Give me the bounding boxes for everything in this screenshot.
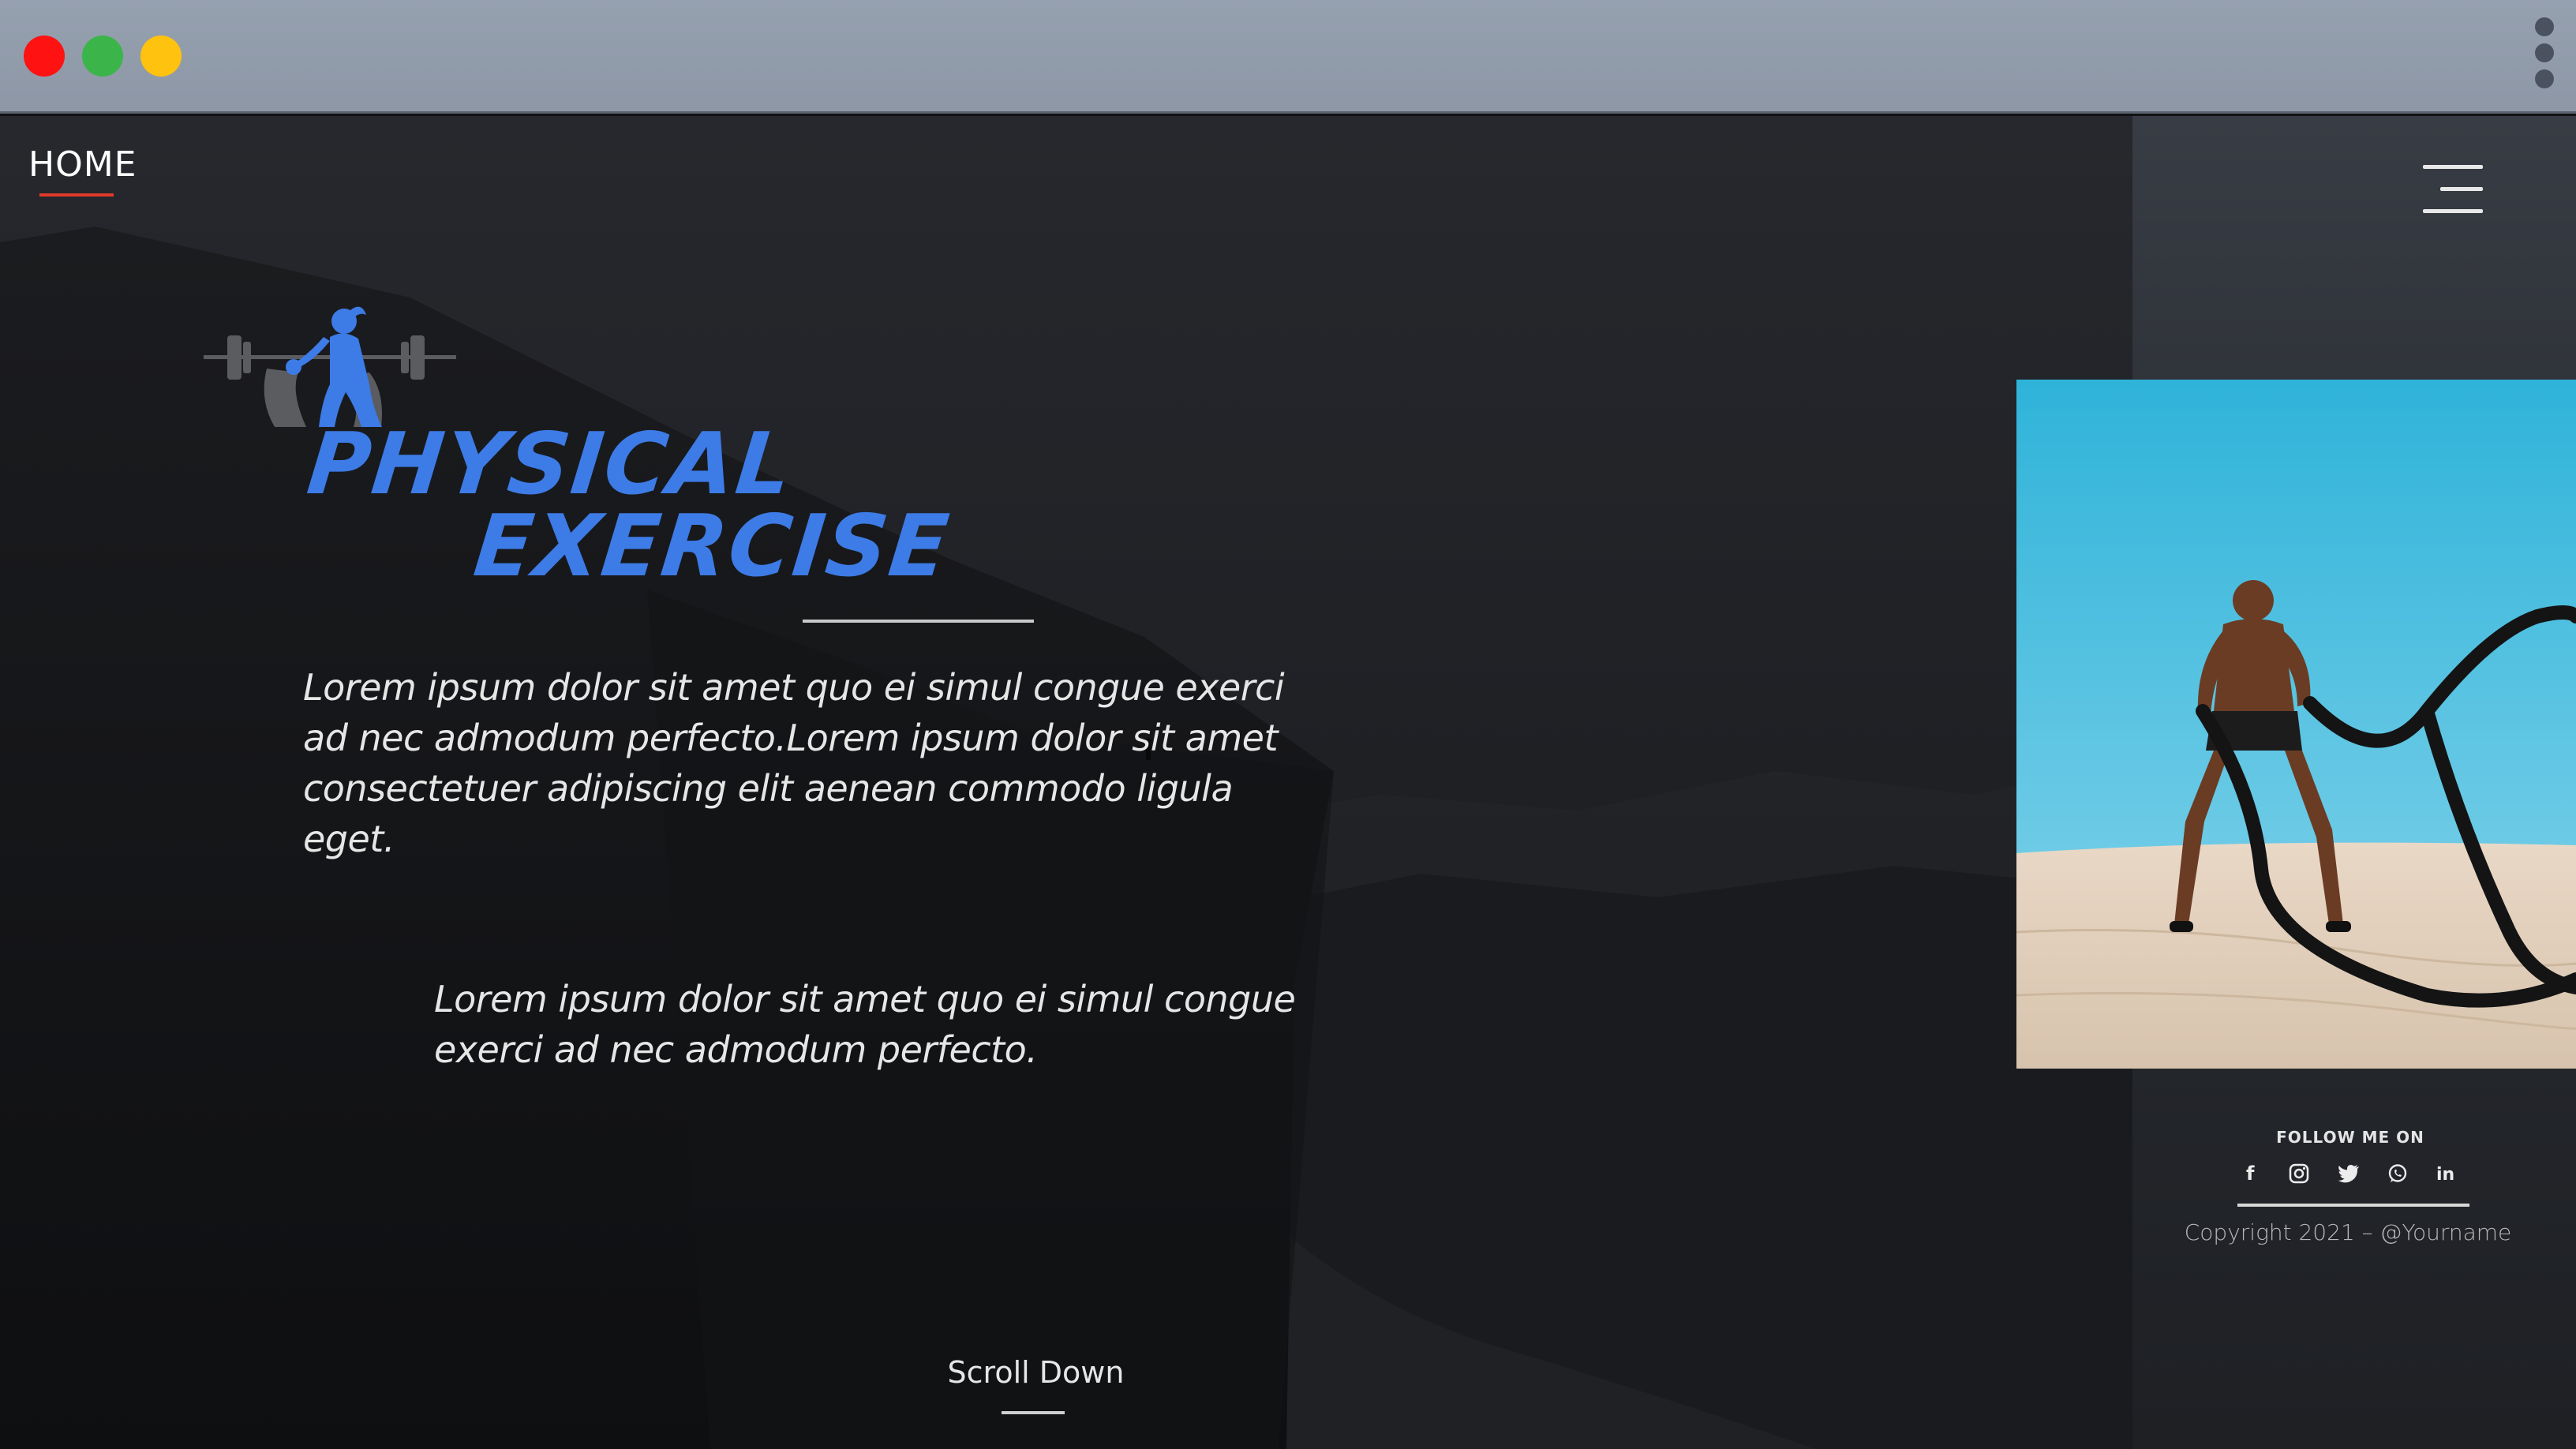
- close-window-button[interactable]: [24, 36, 65, 77]
- nav-active-underline: [39, 193, 114, 197]
- linkedin-icon[interactable]: in: [2431, 1158, 2462, 1189]
- title-line-2: EXERCISE: [470, 497, 955, 596]
- nav-home-link[interactable]: HOME: [28, 144, 137, 185]
- svg-text:f: f: [2246, 1163, 2255, 1185]
- follow-divider: [2237, 1204, 2469, 1207]
- page-title: PHYSICAL EXERCISE: [295, 415, 962, 596]
- minimize-window-button[interactable]: [140, 36, 182, 77]
- title-divider: [803, 620, 1034, 623]
- page-content: HOME PHYSICAL EXERCISE Lorem ipsum dolor…: [0, 116, 2576, 1449]
- facebook-icon[interactable]: f: [2235, 1158, 2267, 1189]
- window-titlebar: [0, 0, 2576, 114]
- whatsapp-icon[interactable]: [2382, 1158, 2413, 1189]
- fitness-woman-barbell-icon: [204, 306, 456, 427]
- svg-text:in: in: [2436, 1165, 2454, 1184]
- battle-ropes-athlete-photo: [2016, 380, 2576, 1069]
- twitter-icon[interactable]: [2333, 1158, 2364, 1189]
- copyright-text: Copyright 2021 – @Yourname: [2184, 1219, 2512, 1245]
- instagram-icon[interactable]: [2283, 1158, 2315, 1189]
- hamburger-menu-icon[interactable]: [2423, 165, 2483, 215]
- kebab-menu-icon[interactable]: [2529, 17, 2560, 96]
- scroll-down-underline: [1002, 1411, 1065, 1414]
- secondary-paragraph: Lorem ipsum dolor sit amet quo ei simul …: [434, 978, 1296, 1071]
- scroll-down-link[interactable]: Scroll Down: [947, 1355, 1125, 1390]
- follow-label: FOLLOW ME ON: [2276, 1128, 2424, 1147]
- intro-paragraph: Lorem ipsum dolor sit amet quo ei simul …: [303, 666, 1285, 860]
- maximize-window-button[interactable]: [82, 36, 123, 77]
- browser-window: HOME PHYSICAL EXERCISE Lorem ipsum dolor…: [0, 0, 2576, 1449]
